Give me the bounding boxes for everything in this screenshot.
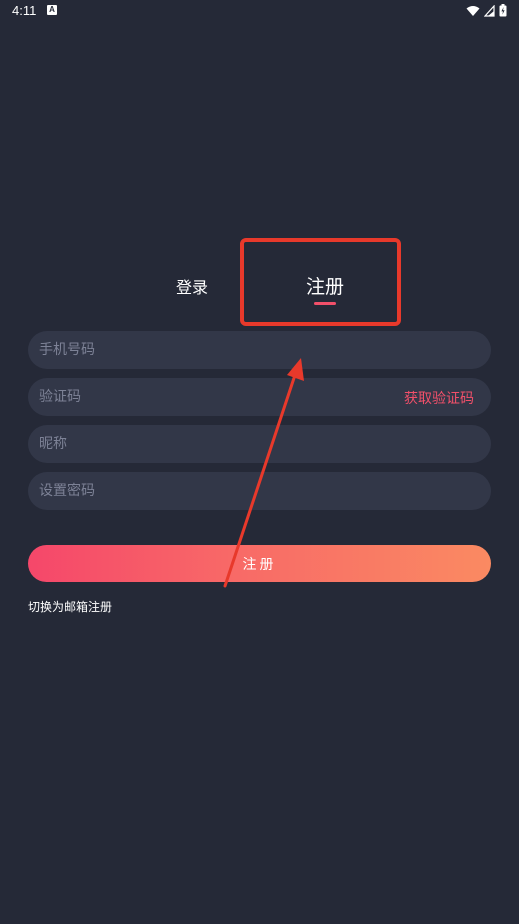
password-input[interactable] [28, 472, 491, 510]
switch-to-email-link[interactable]: 切换为邮箱注册 [28, 598, 112, 615]
wifi-icon [466, 5, 480, 16]
nickname-field-wrapper [28, 425, 491, 463]
notification-icon: A [47, 5, 57, 15]
status-icons [466, 4, 507, 17]
nickname-input[interactable] [28, 425, 491, 463]
status-bar: 4:11 A [0, 0, 519, 22]
tab-login[interactable]: 登录 [176, 274, 208, 298]
status-time: 4:11 [12, 3, 37, 18]
register-button[interactable]: 注册 [28, 545, 491, 582]
password-field-wrapper [28, 472, 491, 510]
annotation-highlight-box [240, 238, 401, 326]
phone-input[interactable] [28, 331, 491, 369]
phone-field-wrapper [28, 331, 491, 369]
register-button-label: 注册 [242, 556, 277, 573]
signal-icon [484, 4, 495, 17]
battery-icon [499, 4, 507, 17]
code-field-wrapper: 获取验证码 [28, 378, 491, 416]
get-code-button[interactable]: 获取验证码 [404, 388, 474, 408]
